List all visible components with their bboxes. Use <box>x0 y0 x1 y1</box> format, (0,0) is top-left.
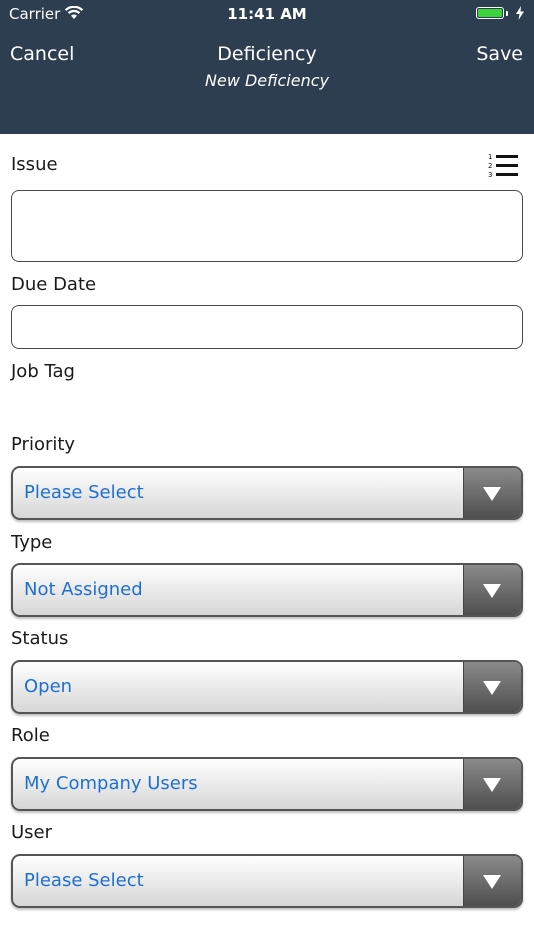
svg-text:3: 3 <box>488 171 492 178</box>
role-select-value: My Company Users <box>24 773 198 794</box>
status-bar: Carrier 11:41 AM <box>0 0 534 28</box>
issue-label: Issue <box>11 154 58 175</box>
battery-icon <box>476 7 504 19</box>
user-select-value: Please Select <box>24 870 144 891</box>
type-select[interactable]: Not Assigned <box>11 563 523 617</box>
status-dropdown-button[interactable] <box>463 662 521 712</box>
type-select-value: Not Assigned <box>24 579 143 600</box>
battery-cap <box>506 11 508 16</box>
dropdown-arrow-icon <box>483 487 501 501</box>
user-dropdown-button[interactable] <box>463 856 521 906</box>
svg-text:1: 1 <box>488 153 492 161</box>
type-dropdown-button[interactable] <box>463 565 521 615</box>
status-label: Status <box>11 628 69 649</box>
priority-label: Priority <box>11 434 76 455</box>
role-dropdown-button[interactable] <box>463 759 521 809</box>
clock: 11:41 AM <box>227 5 307 23</box>
priority-select-value: Please Select <box>24 482 144 503</box>
issue-field[interactable] <box>11 190 523 262</box>
page-title: Deficiency <box>217 43 317 65</box>
type-label: Type <box>11 532 53 553</box>
user-select[interactable]: Please Select <box>11 854 523 908</box>
dropdown-arrow-icon <box>483 584 501 598</box>
dropdown-arrow-icon <box>483 778 501 792</box>
dropdown-arrow-icon <box>483 875 501 889</box>
status-select-value: Open <box>24 676 73 697</box>
priority-select[interactable]: Please Select <box>11 466 523 520</box>
due-date-field[interactable] <box>11 305 523 349</box>
numbered-list-icon[interactable]: 1 2 3 <box>488 152 518 178</box>
priority-dropdown-button[interactable] <box>463 468 521 518</box>
page-subtitle: New Deficiency <box>205 71 329 90</box>
job-tag-label: Job Tag <box>11 361 75 382</box>
role-label: Role <box>11 725 50 746</box>
save-button[interactable]: Save <box>476 43 523 65</box>
navigation-header: Carrier 11:41 AM Cancel Deficiency New D… <box>0 0 534 134</box>
svg-text:2: 2 <box>488 162 492 170</box>
charging-bolt-icon <box>516 6 524 20</box>
role-select[interactable]: My Company Users <box>11 757 523 811</box>
user-label: User <box>11 822 53 843</box>
dropdown-arrow-icon <box>483 681 501 695</box>
status-select[interactable]: Open <box>11 660 523 714</box>
due-date-label: Due Date <box>11 274 97 295</box>
